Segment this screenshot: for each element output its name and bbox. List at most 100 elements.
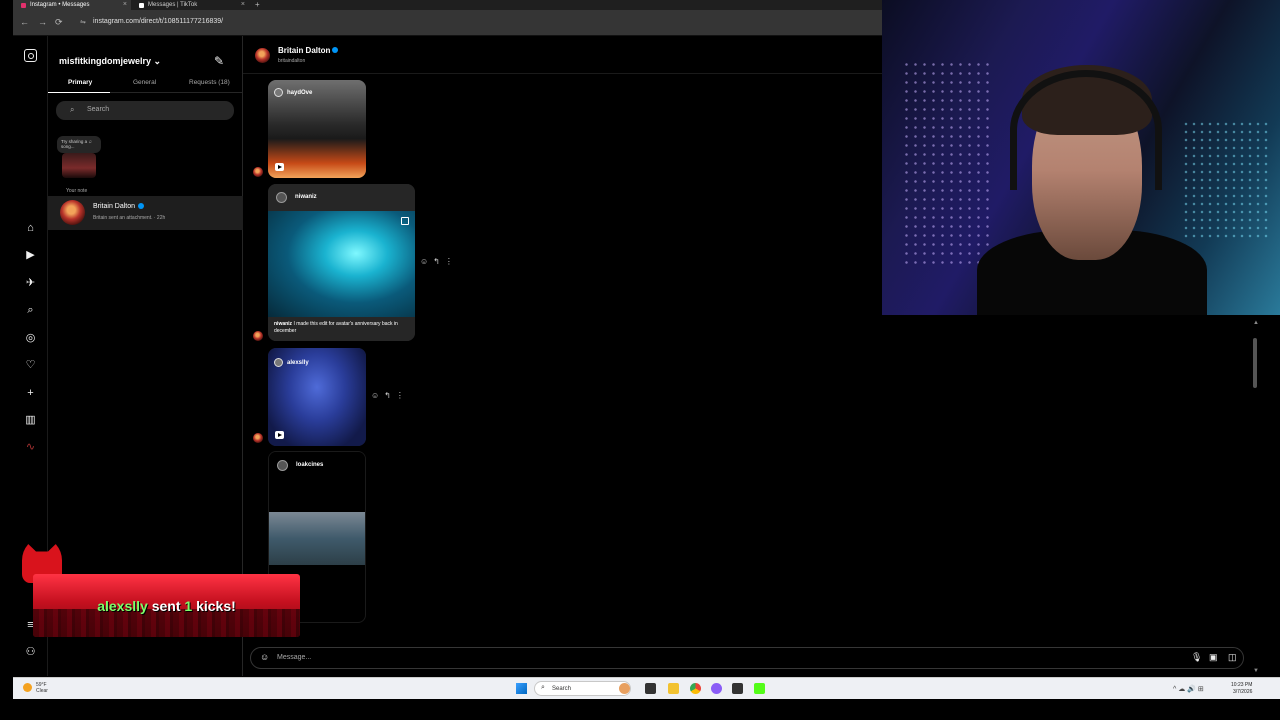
search-placeholder: Search [87, 106, 110, 113]
threads-icon[interactable]: ∿ [24, 441, 37, 454]
sun-icon [23, 683, 32, 692]
instagram-logo-icon[interactable] [24, 49, 37, 62]
post-image [268, 211, 415, 317]
create-icon[interactable]: + [24, 387, 37, 400]
dm-tabs: Primary General Requests (18) [48, 77, 243, 93]
caption-username: niwaniz [274, 321, 293, 327]
windows-start-icon[interactable] [516, 683, 527, 694]
close-tab-icon[interactable]: × [241, 1, 245, 8]
tab-tiktok-messages[interactable]: Messages | TikTok × [131, 0, 249, 10]
reply-icon[interactable]: ↰ [433, 257, 440, 266]
file-explorer-icon[interactable] [668, 683, 679, 694]
clock-time: 10:23 PM [1231, 682, 1253, 688]
avatar [60, 200, 85, 225]
back-icon[interactable]: ← [20, 17, 29, 28]
react-icon[interactable]: ☺ [371, 391, 379, 400]
reel-icon [275, 163, 284, 171]
weather-text: 59°F Clear [36, 682, 48, 694]
image-icon[interactable]: ▣ [1209, 652, 1218, 663]
shared-reel[interactable]: alexslly [268, 348, 366, 446]
meta-icon[interactable]: ⚇ [24, 646, 37, 659]
carousel-icon [401, 217, 409, 225]
taskbar-search[interactable]: ⌕ Search [534, 681, 631, 696]
tab-general[interactable]: General [133, 79, 156, 86]
post-caption: niwaniz I made this edit for avatar's an… [268, 317, 415, 341]
chat-thread: Britain Dalton britaindalton haydOve niw… [243, 36, 1268, 676]
messages-icon[interactable]: ✈ [24, 277, 37, 290]
search-input[interactable]: ⌕ Search [56, 101, 234, 120]
avatar [274, 88, 283, 97]
compose-icon[interactable]: ✎ [214, 54, 224, 68]
avatar [276, 192, 287, 203]
tab-instagram-messages[interactable]: Instagram • Messages × [13, 0, 131, 10]
message-placeholder: Message... [277, 654, 312, 661]
more-icon[interactable]: ⋮ [396, 391, 404, 400]
clock-date: 3/7/2026 [1232, 689, 1253, 695]
tab-primary[interactable]: Primary [68, 79, 92, 86]
sticker-icon[interactable]: ◫ [1228, 652, 1237, 663]
address-bar: ← → ⟳ ⇋ instagram.com/direct/t/108511177… [13, 10, 882, 36]
reel-username: alexslly [274, 358, 309, 367]
weather-desc: Clear [36, 688, 48, 694]
reel-user-label: alexslly [287, 359, 309, 366]
new-tab-button[interactable]: + [255, 0, 260, 10]
explore-icon[interactable]: ◎ [24, 332, 37, 345]
dashboard-icon[interactable]: ▥ [24, 414, 37, 427]
reload-icon[interactable]: ⟳ [55, 17, 63, 28]
more-icon[interactable]: ⋮ [445, 257, 453, 266]
reel-username: haydOve [274, 88, 312, 97]
note-avatar[interactable] [62, 153, 96, 178]
home-icon[interactable]: ⌂ [24, 222, 37, 235]
chat-background-extension [882, 316, 1268, 676]
scroll-down-arrow-icon[interactable]: ▼ [1253, 668, 1259, 674]
sender-avatar [253, 167, 263, 177]
active-tab-indicator [48, 92, 110, 93]
streaming-app-icon[interactable] [711, 683, 722, 694]
search-icon: ⌕ [70, 105, 75, 114]
avatar [274, 358, 283, 367]
fairy-lights [902, 60, 992, 270]
scrollbar-thumb[interactable] [1253, 338, 1257, 388]
chevron-down-icon: ⌄ [153, 56, 162, 66]
headset-icon [1010, 70, 1162, 190]
close-tab-icon[interactable]: × [123, 1, 127, 8]
system-tray-icons[interactable]: ^ ☁ 🔊 ⊞ [1173, 685, 1204, 693]
mic-icon[interactable]: 🎙 [1191, 652, 1202, 663]
obs-icon[interactable] [732, 683, 743, 694]
reply-icon[interactable]: ↰ [384, 391, 391, 400]
shared-reel[interactable]: haydOve [268, 80, 366, 178]
forward-icon[interactable]: → [38, 17, 47, 28]
tab-divider [110, 92, 243, 93]
react-icon[interactable]: ☺ [420, 257, 428, 266]
post-username: niwaniz [295, 194, 317, 200]
kick-icon[interactable] [754, 683, 765, 694]
shared-post[interactable]: niwaniz niwaniz I made this edit for ava… [268, 184, 415, 341]
chat-title: Britain Dalton [278, 46, 331, 55]
site-info-icon[interactable]: ⇋ [80, 18, 86, 26]
reels-icon[interactable]: ▶ [24, 249, 37, 262]
conversation-item[interactable]: Britain Dalton Britain sent an attachmen… [48, 196, 243, 230]
note-bubble[interactable]: Try sharing a ♫ song... [57, 136, 101, 153]
conversation-name: Britain Dalton [93, 203, 136, 210]
sender-avatar [253, 433, 263, 443]
webcam-overlay [882, 0, 1280, 315]
your-note-label: Your note [66, 188, 88, 194]
message-input[interactable]: ☺ Message... 🎙 ▣ ◫ [250, 647, 1244, 669]
avatar [277, 460, 288, 471]
cookie-app-icon[interactable] [619, 683, 630, 694]
clock[interactable]: 10:23 PM 3/7/2026 [1231, 682, 1252, 696]
terminal-icon[interactable] [645, 683, 656, 694]
avatar [255, 48, 270, 63]
tab-requests[interactable]: Requests (18) [189, 79, 230, 86]
notifications-icon[interactable]: ♡ [24, 359, 37, 372]
account-name: misfitkingdomjewelry [59, 56, 152, 66]
conversation-preview: Britain sent an attachment. · 22h [93, 215, 166, 221]
scroll-up-arrow-icon[interactable]: ▲ [1253, 320, 1259, 326]
emoji-icon[interactable]: ☺ [260, 652, 269, 662]
url-field[interactable]: instagram.com/direct/t/108511177216839/ [93, 17, 223, 27]
tiktok-favicon-icon [139, 2, 144, 8]
search-icon[interactable]: ⌕ [24, 304, 37, 317]
chrome-icon[interactable] [690, 683, 701, 694]
account-switcher[interactable]: misfitkingdomjewelry ⌄ [59, 56, 161, 67]
message-actions: ☺ ↰ ⋮ [420, 257, 453, 266]
